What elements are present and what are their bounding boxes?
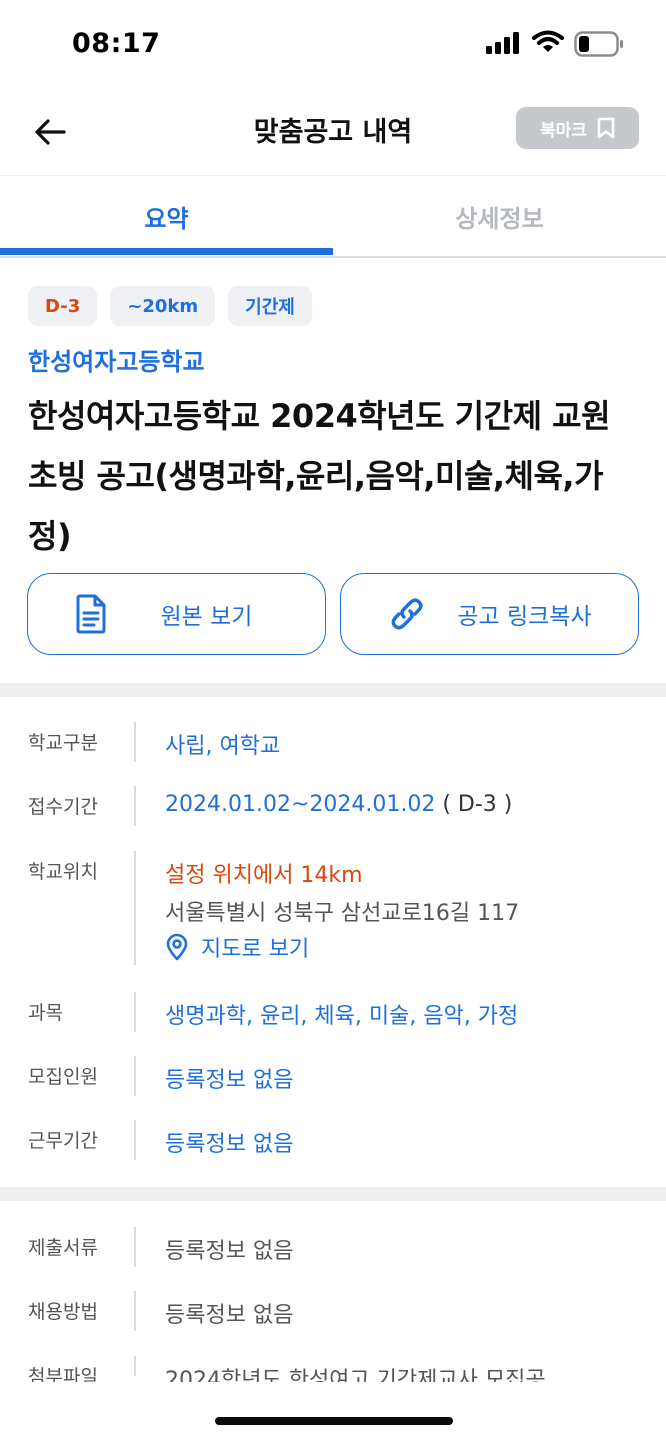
- location-distance: 설정 위치에서 14km: [165, 863, 363, 888]
- info-label: 채용방법: [28, 1301, 98, 1323]
- info-label: 학교위치: [28, 861, 98, 883]
- tab-detail-info[interactable]: 상세정보: [333, 176, 666, 256]
- post-title: 한성여자고등학교 2024학년도 기간제 교원 초빙 공고(생명과학,윤리,음악…: [28, 397, 611, 555]
- dday-chip: D-3: [28, 286, 98, 326]
- info-value: 등록정보 없음: [165, 1068, 294, 1093]
- view-original-button[interactable]: 원본 보기: [27, 573, 326, 655]
- tag-chips: D-3 ~20km 기간제: [28, 286, 312, 326]
- info-value: 2024.01.02~2024.01.02 ( D-3 ): [165, 792, 512, 817]
- wifi-icon: [532, 30, 564, 52]
- location-pin-icon: [166, 933, 188, 961]
- row-divider: [134, 1120, 136, 1160]
- bottom-safe-area: [0, 1382, 666, 1440]
- row-divider: [134, 1056, 136, 1096]
- map-link[interactable]: 지도로 보기: [165, 931, 309, 963]
- info-label: 제출서류: [28, 1237, 98, 1259]
- distance-chip: ~20km: [110, 286, 216, 326]
- info-value: 등록정보 없음: [165, 1132, 294, 1157]
- section-divider: [0, 1187, 666, 1201]
- info-value: 사립, 여학교: [165, 734, 281, 759]
- tab-bar: 요약 상세정보: [0, 176, 666, 258]
- info-label: 모집인원: [28, 1066, 98, 1088]
- employment-type-chip: 기간제: [228, 286, 312, 326]
- period-dday: ( D-3 ): [435, 792, 513, 817]
- info-label: 과목: [28, 1002, 63, 1024]
- info-label: 근무기간: [28, 1130, 98, 1152]
- row-divider: [134, 992, 136, 1032]
- row-divider: [134, 1356, 136, 1376]
- status-bar: 08:17: [0, 0, 666, 90]
- school-name: 한성여자고등학교: [28, 348, 205, 376]
- row-divider: [134, 786, 136, 826]
- map-link-label: 지도로 보기: [201, 937, 310, 962]
- row-divider: [134, 1227, 136, 1267]
- row-divider: [134, 722, 136, 762]
- view-original-label: 원본 보기: [160, 604, 253, 630]
- info-value: 등록정보 없음: [165, 1303, 294, 1328]
- battery-icon: [574, 31, 623, 57]
- copy-link-button[interactable]: 공고 링크복사: [340, 573, 639, 655]
- info-value: 생명과학, 윤리, 체육, 미술, 음악, 가정: [165, 1004, 519, 1029]
- status-time: 08:17: [72, 28, 161, 59]
- period-dates: 2024.01.02~2024.01.02: [165, 792, 436, 817]
- active-tab-indicator: [0, 248, 333, 255]
- row-divider: [134, 1291, 136, 1331]
- home-indicator: [215, 1417, 453, 1425]
- bookmark-button[interactable]: 북마크: [516, 107, 639, 149]
- app-header: 맞춤공고 내역 북마크: [0, 90, 666, 176]
- location-address: 서울특별시 성북구 삼선교로16길 117: [165, 901, 520, 926]
- info-label: 접수기간: [28, 796, 98, 818]
- info-label: 학교구분: [28, 732, 98, 754]
- info-value: 등록정보 없음: [165, 1239, 294, 1264]
- section-divider: [0, 683, 666, 697]
- cellular-signal-icon: [486, 32, 519, 54]
- row-divider: [134, 851, 136, 965]
- bookmark-label: 북마크: [540, 120, 587, 141]
- tab-summary[interactable]: 요약: [0, 176, 333, 256]
- bookmark-icon: [597, 117, 615, 139]
- copy-link-label: 공고 링크복사: [457, 604, 592, 630]
